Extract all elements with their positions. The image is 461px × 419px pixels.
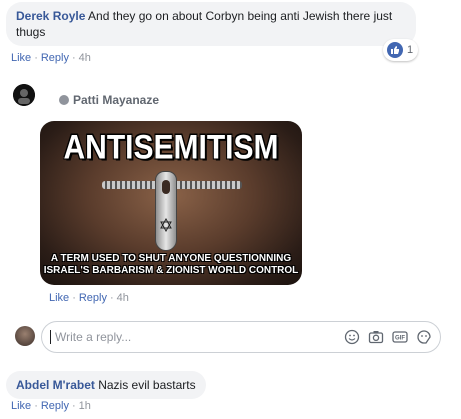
thumbs-up-icon [387, 42, 403, 58]
star-of-david-icon [160, 218, 172, 232]
comment-actions: Like · Reply · 4h [11, 52, 91, 64]
reply-link[interactable]: Reply [79, 292, 107, 304]
shared-post-author[interactable]: Patti Mayanaze [59, 93, 159, 107]
comment-text: Nazis evil bastarts [98, 378, 196, 392]
meme-caption: A TERM USED TO SHUT ANYONE QUESTIONNING … [40, 253, 302, 277]
timestamp[interactable]: 4h [79, 52, 91, 64]
reply-link[interactable]: Reply [41, 52, 69, 64]
like-link[interactable]: Like [11, 52, 31, 64]
globe-icon [59, 95, 69, 105]
zipper-pull-icon [155, 171, 177, 251]
meme-caption-line2: ISRAEL'S BARBARISM & ZIONIST WORLD CONTR… [43, 265, 299, 276]
timestamp[interactable]: 1h [79, 400, 91, 412]
svg-text:GIF: GIF [395, 336, 405, 342]
smiley-icon[interactable] [344, 329, 360, 345]
reply-box: GIF [41, 321, 441, 353]
comment-author[interactable]: Abdel M'rabet [16, 378, 95, 392]
meme-title: ANTISEMITISM [63, 128, 279, 167]
reaction-summary[interactable]: 1 [383, 39, 418, 61]
comment-author[interactable]: Derek Royle [16, 9, 85, 23]
like-link[interactable]: Like [11, 400, 31, 412]
reply-input[interactable] [50, 330, 344, 344]
avatar[interactable] [13, 84, 35, 106]
timestamp[interactable]: 4h [117, 292, 129, 304]
comment-bubble: Derek Royle And they go on about Corbyn … [6, 2, 416, 46]
comment-actions: Like · Reply · 4h [49, 292, 129, 304]
shared-author-name: Patti Mayanaze [73, 93, 160, 107]
reaction-count: 1 [407, 44, 414, 56]
meme-image[interactable]: ANTISEMITISM A TERM USED TO SHUT ANYONE … [40, 121, 302, 285]
camera-icon[interactable] [368, 329, 384, 345]
comment-actions: Like · Reply · 1h [11, 400, 91, 412]
like-link[interactable]: Like [49, 292, 69, 304]
sticker-icon[interactable] [416, 329, 432, 345]
current-user-avatar [15, 326, 35, 346]
meme-caption-line1: A TERM USED TO SHUT ANYONE QUESTIONNING [50, 253, 292, 264]
comment-bubble: Abdel M'rabet Nazis evil bastarts [6, 371, 206, 399]
gif-icon[interactable]: GIF [392, 329, 408, 345]
reply-link[interactable]: Reply [41, 400, 69, 412]
